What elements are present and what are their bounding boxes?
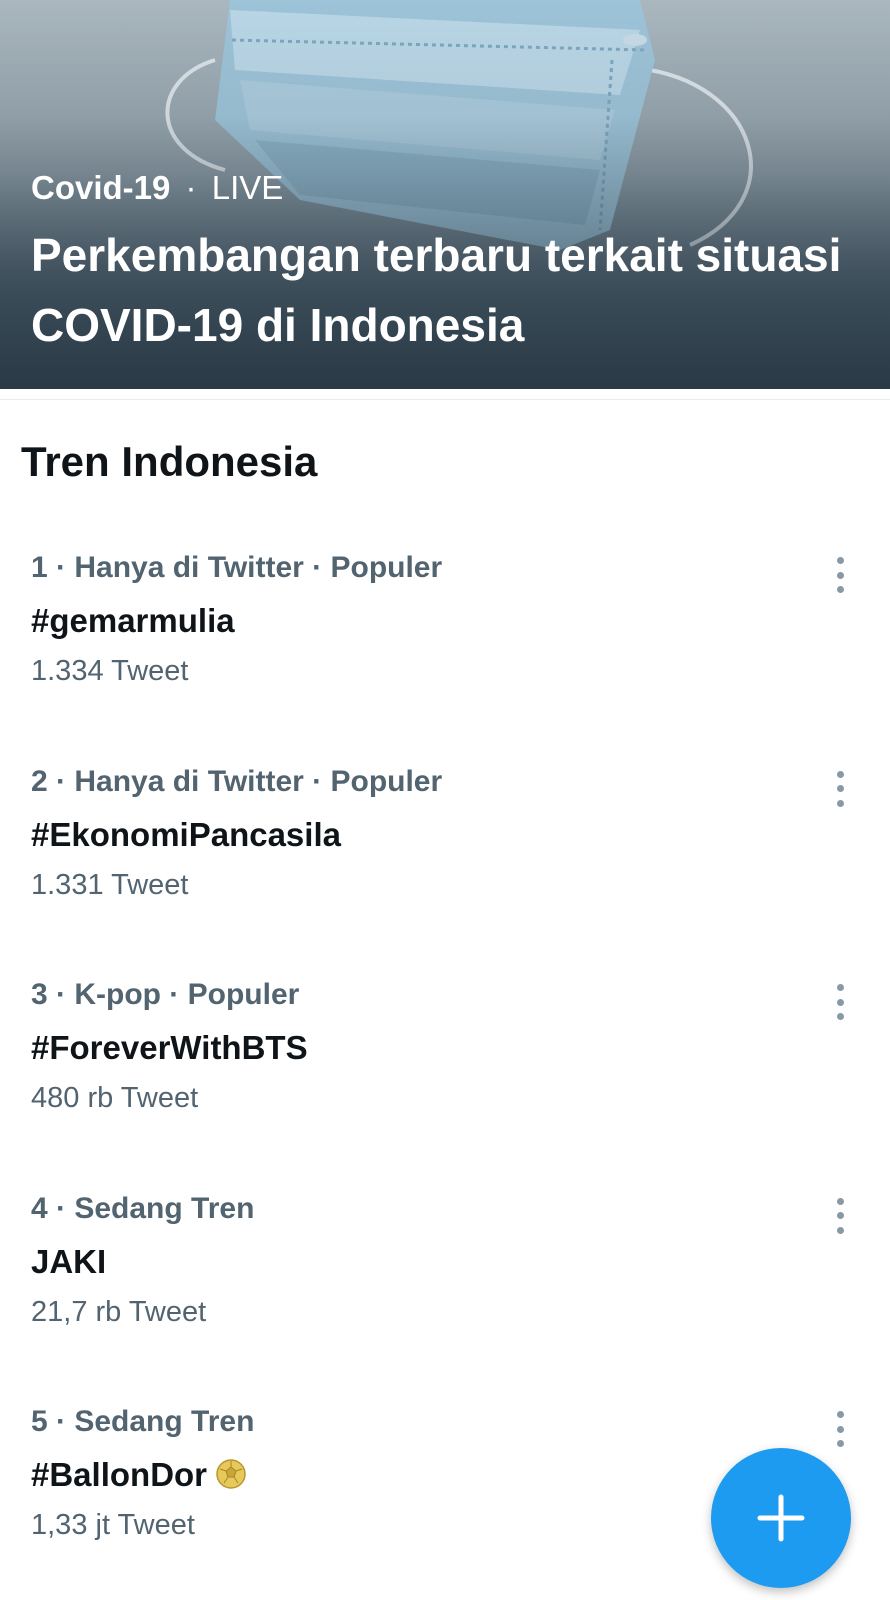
hero-title[interactable]: Perkembangan terbaru terkait situasi COV… [31, 220, 861, 360]
golden-ball-icon [216, 1459, 246, 1489]
hero-banner[interactable]: Covid-19 · LIVE Perkembangan terbaru ter… [0, 0, 890, 389]
more-options-icon[interactable] [830, 557, 850, 593]
more-options-icon[interactable] [830, 770, 850, 807]
trend-item[interactable]: 3 · K-pop · Populer #ForeverWithBTS 480 … [0, 958, 890, 1172]
more-options-icon[interactable] [830, 1411, 850, 1447]
live-status: LIVE [211, 169, 284, 206]
trend-name: JAKI [31, 1242, 107, 1280]
plus-icon [757, 1494, 805, 1542]
compose-tweet-button[interactable] [711, 1448, 851, 1588]
trend-count: 480 rb Tweet [31, 1082, 199, 1114]
trend-context: 2 · Hanya di Twitter · Populer [31, 764, 443, 798]
trend-list: 1 · Hanya di Twitter · Populer #gemarmul… [0, 531, 890, 1599]
trend-item[interactable]: 1 · Hanya di Twitter · Populer #gemarmul… [0, 531, 890, 745]
trend-name: #BallonDor [31, 1456, 208, 1493]
trend-context: 4 · Sedang Tren [31, 1191, 255, 1225]
trend-context: 5 · Sedang Tren [31, 1405, 255, 1438]
trend-name: #gemarmulia [31, 602, 235, 639]
trend-count: 1.331 Tweet [31, 868, 189, 901]
trend-name: #ForeverWithBTS [31, 1029, 308, 1066]
hero-topic: Covid-19 [31, 169, 171, 206]
trend-context: 3 · K-pop · Populer [31, 978, 300, 1011]
trend-item[interactable]: 4 · Sedang Tren JAKI 21,7 rb Tweet [0, 1172, 890, 1386]
trend-item[interactable]: 2 · Hanya di Twitter · Populer #EkonomiP… [0, 745, 890, 959]
more-options-icon[interactable] [830, 1197, 850, 1234]
section-divider [0, 399, 890, 400]
hero-separator: · [185, 169, 197, 206]
more-options-icon[interactable] [830, 984, 850, 1020]
trend-count: 21,7 rb Tweet [31, 1295, 207, 1328]
trend-count: 1.334 Tweet [31, 655, 189, 687]
trend-name: #EkonomiPancasila [31, 815, 341, 853]
hero-meta: Covid-19 · LIVE [31, 168, 283, 208]
section-title: Tren Indonesia [21, 438, 318, 485]
trend-context: 1 · Hanya di Twitter · Populer [31, 551, 443, 584]
